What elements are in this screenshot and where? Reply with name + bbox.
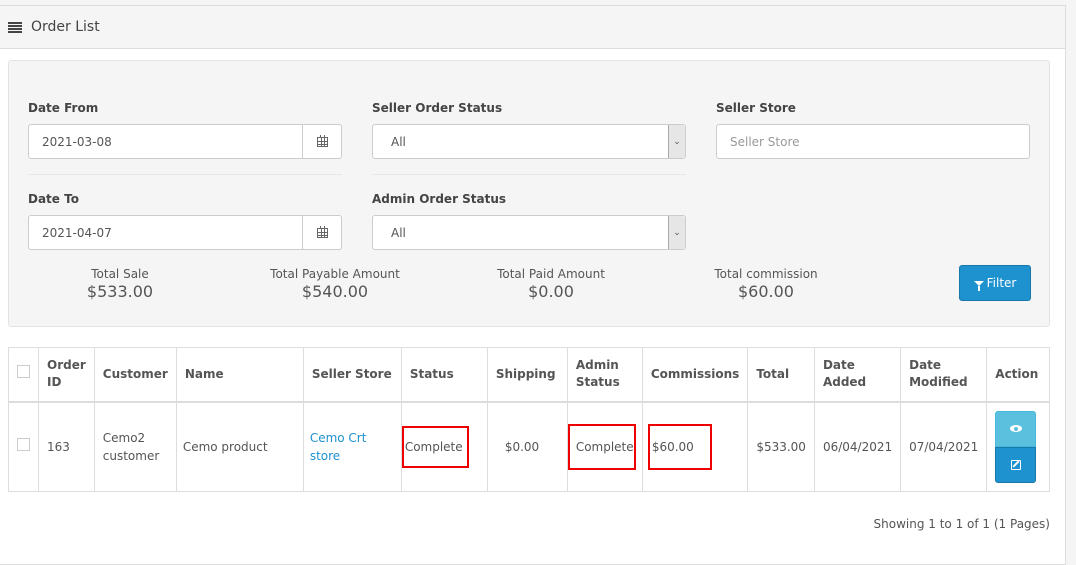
commissions-value: $60.00 [647, 423, 712, 470]
date-from-input[interactable]: 2021-03-08 [28, 124, 342, 159]
seller-order-status-value: All [391, 134, 406, 149]
date-to-value: 2021-04-07 [42, 225, 112, 240]
date-to-label: Date To [28, 192, 79, 206]
seller-store-placeholder: Seller Store [730, 134, 800, 149]
edit-button[interactable] [995, 446, 1037, 483]
list-icon [8, 21, 22, 33]
col-shipping[interactable]: Shipping [486, 347, 568, 403]
commissions-cell: $60.00 [641, 401, 749, 492]
page-title: Order List [31, 19, 100, 35]
table-header-row: Order ID Customer Name Seller Store Stat… [8, 347, 1050, 403]
total-payable-amount: Total Payable Amount $540.00 [255, 267, 415, 301]
total-commission: Total commission $60.00 [686, 267, 846, 301]
col-date-modified[interactable]: Date Modified [900, 347, 988, 403]
pagination-info: Showing 1 to 1 of 1 (1 Pages) [873, 517, 1050, 531]
row-checkbox[interactable] [17, 437, 30, 451]
date-from-value: 2021-03-08 [42, 134, 112, 149]
total-payable-value: $540.00 [301, 282, 369, 301]
col-total[interactable]: Total [747, 347, 815, 403]
status-cell: Complete [400, 401, 488, 492]
chevron-down-icon: ⌄ [668, 216, 685, 249]
divider [372, 174, 686, 175]
chevron-down-icon: ⌄ [668, 125, 685, 158]
col-name[interactable]: Name [175, 347, 304, 403]
admin-status-value: Complete [567, 423, 636, 470]
date-from-label: Date From [28, 101, 99, 115]
admin-status-cell: Complete [566, 401, 643, 492]
total-payable-label: Total Payable Amount [270, 267, 400, 281]
seller-order-status-select[interactable]: All ⌄ [372, 124, 686, 159]
seller-store-label: Seller Store [716, 101, 796, 115]
total-sale-label: Total Sale [91, 267, 149, 281]
total-cell: $533.00 [747, 401, 815, 492]
product-name-cell: Cemo product [175, 401, 304, 492]
panel-heading: Order List [0, 6, 1065, 49]
order-id-cell: 163 [38, 401, 95, 492]
action-cell [986, 401, 1050, 492]
total-paid-label: Total Paid Amount [497, 267, 605, 281]
row-select-cell [8, 401, 39, 492]
filter-button[interactable]: Filter [959, 265, 1031, 301]
col-commissions[interactable]: Commissions [641, 347, 749, 403]
col-action: Action [986, 347, 1050, 403]
select-all-checkbox[interactable] [17, 365, 30, 379]
shipping-cell: $0.00 [486, 401, 568, 492]
select-all-header [8, 347, 39, 403]
status-value: Complete [401, 425, 469, 468]
calendar-icon [316, 134, 328, 147]
table-row: 163 Cemo2 customer Cemo product Cemo Crt… [8, 401, 1050, 492]
total-paid-value: $0.00 [528, 282, 574, 301]
seller-store-link[interactable]: Cemo Crt store [310, 431, 367, 463]
total-sale-value: $533.00 [86, 282, 154, 301]
date-added-cell: 06/04/2021 [813, 401, 902, 492]
eye-icon [1009, 425, 1022, 433]
col-admin-status[interactable]: Admin Status [566, 347, 643, 403]
admin-order-status-label: Admin Order Status [372, 192, 507, 206]
total-commission-label: Total commission [714, 267, 818, 281]
col-order-id[interactable]: Order ID [38, 347, 95, 403]
seller-order-status-label: Seller Order Status [372, 101, 503, 115]
filter-button-label: Filter [986, 276, 1017, 290]
total-paid-amount: Total Paid Amount $0.00 [471, 267, 631, 301]
date-to-calendar-button[interactable] [302, 216, 341, 249]
col-status[interactable]: Status [400, 347, 488, 403]
total-commission-value: $60.00 [738, 282, 794, 301]
col-customer[interactable]: Customer [93, 347, 177, 403]
col-seller-store[interactable]: Seller Store [302, 347, 402, 403]
date-modified-cell: 07/04/2021 [900, 401, 988, 492]
orders-table: Order ID Customer Name Seller Store Stat… [8, 347, 1050, 492]
divider [28, 174, 342, 175]
filter-icon [973, 280, 984, 291]
edit-icon [1010, 459, 1021, 470]
seller-store-cell: Cemo Crt store [302, 401, 402, 492]
filter-panel: Date From 2021-03-08 Date To 2021-04-07 … [8, 60, 1050, 327]
seller-store-input[interactable]: Seller Store [716, 124, 1030, 159]
view-button[interactable] [995, 410, 1037, 447]
date-to-input[interactable]: 2021-04-07 [28, 215, 342, 250]
customer-cell: Cemo2 customer [93, 401, 177, 492]
admin-order-status-value: All [391, 225, 406, 240]
date-from-calendar-button[interactable] [302, 125, 341, 158]
action-buttons [995, 410, 1041, 483]
calendar-icon [316, 225, 328, 238]
admin-order-status-select[interactable]: All ⌄ [372, 215, 686, 250]
total-sale: Total Sale $533.00 [40, 267, 200, 301]
col-date-added[interactable]: Date Added [813, 347, 902, 403]
